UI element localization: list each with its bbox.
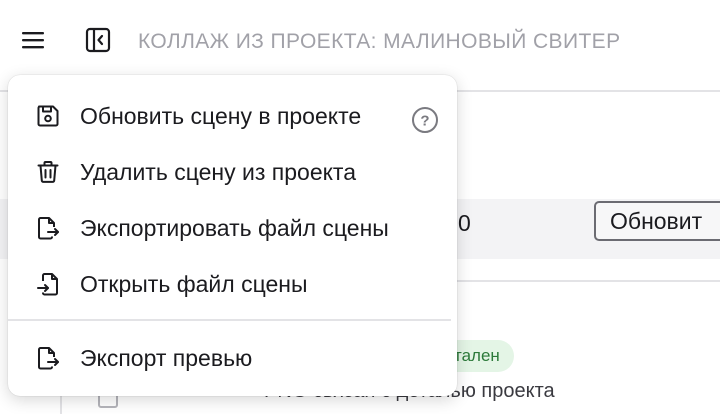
file-export-icon <box>34 214 62 242</box>
trash-icon <box>34 158 62 186</box>
help-icon: ? <box>412 107 438 133</box>
menu-item-label: Обновить сцену в проекте <box>80 103 362 129</box>
menu-item-open-scene-file[interactable]: Открыть файл сцены <box>8 257 457 309</box>
help-button[interactable]: ? <box>410 105 440 135</box>
menu-item-label: Открыть файл сцены <box>80 271 308 297</box>
scene-actions-menu: Обновить сцену в проекте Удалить сцену и… <box>8 75 457 396</box>
file-export-icon <box>34 344 62 372</box>
menu-item-export-preview[interactable]: Экспорт превью <box>8 331 457 383</box>
property-value: 0 <box>458 210 471 236</box>
menu-divider <box>8 319 451 321</box>
help-icon-glyph: ? <box>420 113 429 130</box>
update-button[interactable]: Обновит <box>594 201 720 241</box>
menu-item-export-scene-file[interactable]: Экспортировать файл сцены <box>8 201 457 253</box>
menu-item-label: Удалить сцену из проекта <box>80 159 356 185</box>
menu-item-delete-scene[interactable]: Удалить сцену из проекта <box>8 145 457 197</box>
menu-item-label: Экспортировать файл сцены <box>80 215 389 241</box>
file-import-icon <box>34 270 62 298</box>
page-title: КОЛЛАЖ ИЗ ПРОЕКТА: МАЛИНОВЫЙ СВИТЕР <box>138 30 621 53</box>
menu-item-label: Экспорт превью <box>80 345 253 371</box>
menu-item-update-scene[interactable]: Обновить сцену в проекте <box>8 89 457 141</box>
save-icon <box>34 102 62 130</box>
hamburger-icon <box>22 32 44 49</box>
hamburger-menu-button[interactable] <box>20 28 46 52</box>
sidebar-toggle-button[interactable] <box>84 27 112 53</box>
sidebar-toggle-icon <box>85 27 111 53</box>
